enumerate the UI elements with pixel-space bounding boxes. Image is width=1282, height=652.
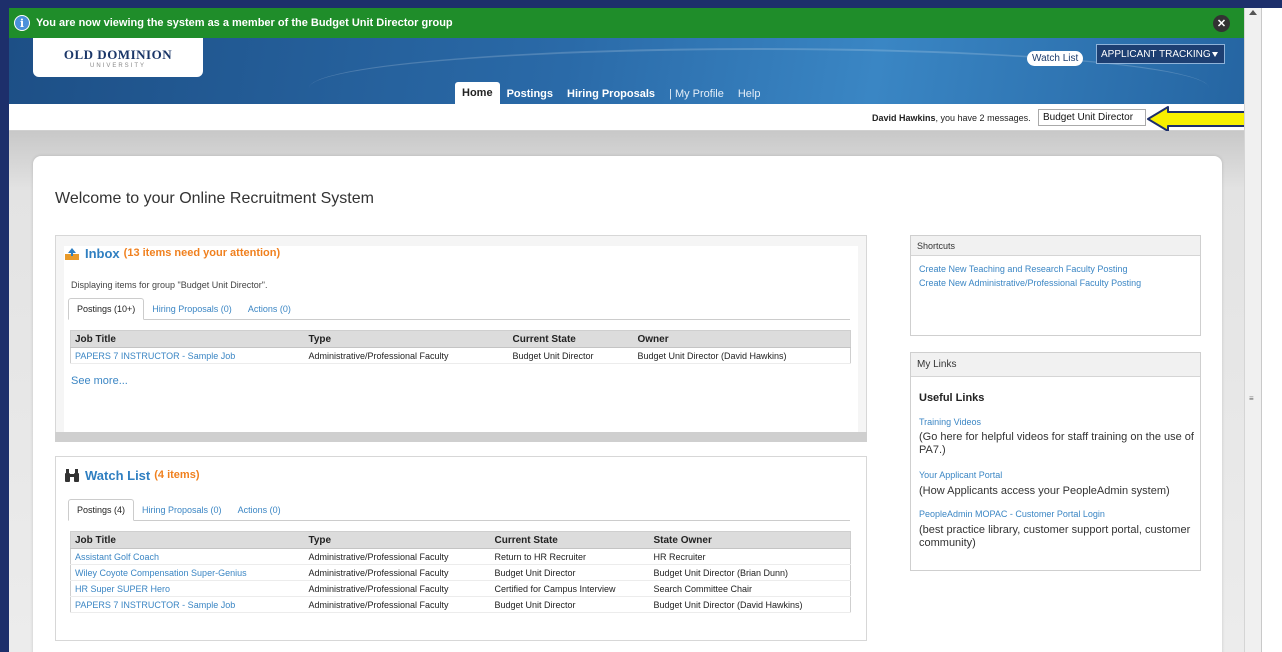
watch-list-table: Job Title Type Current State State Owner…: [70, 531, 851, 613]
column-header[interactable]: State Owner: [649, 531, 851, 549]
nav-hiring-proposals[interactable]: Hiring Proposals: [560, 84, 662, 104]
user-messages[interactable]: David Hawkins, you have 2 messages.: [872, 113, 1031, 123]
job-title-link[interactable]: PAPERS 7 INSTRUCTOR - Sample Job: [70, 596, 305, 613]
group-notice-bar: i You are now viewing the system as a me…: [9, 8, 1244, 38]
tab-watch-postings[interactable]: Postings (4): [68, 499, 135, 521]
see-more-link[interactable]: See more...: [71, 375, 128, 387]
shortcuts-panel: Shortcuts Create New Teaching and Resear…: [910, 235, 1201, 336]
column-header[interactable]: Type: [304, 330, 509, 348]
group-notice-text: You are now viewing the system as a memb…: [36, 17, 453, 29]
job-type: Administrative/Professional Faculty: [304, 580, 491, 597]
info-icon: i: [14, 15, 30, 31]
customer-portal-link[interactable]: PeopleAdmin MOPAC - Customer Portal Logi…: [919, 509, 1105, 519]
table-row: Wiley Coyote Compensation Super-Genius A…: [70, 564, 851, 581]
job-title-link[interactable]: Wiley Coyote Compensation Super-Genius: [70, 564, 305, 581]
site-header: OLD DOMINION UNIVERSITY Watch List APPLI…: [9, 38, 1244, 104]
inbox-icon: [65, 248, 79, 260]
state-owner: Budget Unit Director (David Hawkins): [649, 596, 851, 613]
watch-list-title-text: Watch List: [85, 467, 151, 483]
inbox-group-note: Displaying items for group "Budget Unit …: [71, 280, 268, 290]
applicant-portal-link[interactable]: Your Applicant Portal: [919, 470, 1002, 480]
job-type: Administrative/Professional Faculty: [304, 596, 491, 613]
tab-inbox-hiring-proposals[interactable]: Hiring Proposals (0): [144, 299, 240, 319]
nav-home[interactable]: Home: [455, 82, 500, 104]
inbox-table: Job Title Type Current State Owner PAPER…: [70, 330, 851, 364]
job-title-link[interactable]: Assistant Golf Coach: [70, 548, 305, 565]
inbox-tabs: Postings (10+) Hiring Proposals (0) Acti…: [68, 298, 850, 320]
main-nav: Home Postings Hiring Proposals | My Prof…: [455, 82, 767, 104]
column-header[interactable]: Job Title: [70, 531, 305, 549]
shortcut-admin-posting-link[interactable]: Create New Administrative/Professional F…: [919, 278, 1141, 288]
my-links-title: My Links: [911, 353, 1200, 377]
state-owner: HR Recruiter: [649, 548, 851, 565]
tab-watch-actions[interactable]: Actions (0): [230, 500, 289, 520]
tab-inbox-postings[interactable]: Postings (10+): [68, 298, 145, 320]
user-bar: David Hawkins, you have 2 messages. Budg…: [9, 104, 1244, 131]
inbox-title-text: Inbox: [85, 245, 120, 261]
inbox-panel-shade: [55, 432, 867, 442]
job-type: Administrative/Professional Faculty: [304, 564, 491, 581]
chevron-down-icon: [1212, 52, 1218, 57]
inbox-count: (13 items need your attention): [123, 247, 281, 259]
page-title: Welcome to your Online Recruitment Syste…: [55, 190, 374, 207]
close-icon[interactable]: ✕: [1213, 15, 1230, 32]
state-owner: Budget Unit Director (Brian Dunn): [649, 564, 851, 581]
nav-postings[interactable]: Postings: [500, 84, 560, 104]
tab-inbox-actions[interactable]: Actions (0): [240, 299, 299, 319]
table-row: Assistant Golf Coach Administrative/Prof…: [70, 548, 851, 565]
user-name: David Hawkins: [872, 113, 936, 123]
column-header[interactable]: Type: [304, 531, 491, 549]
current-state: Return to HR Recruiter: [490, 548, 650, 565]
column-header[interactable]: Current State: [508, 330, 634, 348]
current-state: Budget Unit Director: [508, 347, 634, 364]
group-select-value: Budget Unit Director: [1043, 112, 1134, 123]
watch-list-tabs: Postings (4) Hiring Proposals (0) Action…: [68, 499, 850, 521]
application-select[interactable]: APPLICANT TRACKING: [1096, 44, 1225, 64]
column-header[interactable]: Current State: [490, 531, 650, 549]
scroll-up-icon[interactable]: [1249, 10, 1257, 15]
table-row: HR Super SUPER Hero Administrative/Profe…: [70, 580, 851, 597]
watch-list-count: (4 items): [154, 469, 200, 481]
application-select-value: APPLICANT TRACKING: [1101, 48, 1211, 60]
applicant-portal-desc: (How Applicants access your PeopleAdmin …: [919, 485, 1170, 497]
scroll-thumb-grip-icon[interactable]: ≡: [1249, 394, 1254, 403]
current-state: Budget Unit Director: [490, 596, 650, 613]
useful-links-heading: Useful Links: [919, 392, 985, 404]
group-select[interactable]: Budget Unit Director: [1038, 109, 1146, 126]
logo-subtitle: UNIVERSITY: [89, 62, 146, 69]
watch-list-title: Watch List (4 items): [64, 467, 200, 483]
job-title-link[interactable]: PAPERS 7 INSTRUCTOR - Sample Job: [70, 347, 305, 364]
messages-text: , you have 2 messages.: [935, 113, 1031, 123]
column-header[interactable]: Owner: [633, 330, 851, 348]
table-row: PAPERS 7 INSTRUCTOR - Sample Job Adminis…: [70, 596, 851, 613]
shortcuts-title: Shortcuts: [911, 236, 1200, 256]
training-videos-desc: (Go here for helpful videos for staff tr…: [919, 431, 1194, 456]
job-type: Administrative/Professional Faculty: [304, 548, 491, 565]
watch-list-button[interactable]: Watch List: [1027, 51, 1084, 66]
customer-portal-desc: (best practice library, customer support…: [919, 524, 1191, 549]
inbox-table-header: Job Title Type Current State Owner: [70, 330, 851, 348]
vertical-scrollbar[interactable]: ≡: [1244, 8, 1261, 652]
tab-watch-hiring-proposals[interactable]: Hiring Proposals (0): [134, 500, 230, 520]
university-logo[interactable]: OLD DOMINION UNIVERSITY: [33, 38, 203, 77]
job-title-link[interactable]: HR Super SUPER Hero: [70, 580, 305, 597]
my-links-panel: My Links Useful Links Training Videos (G…: [910, 352, 1201, 571]
nav-help[interactable]: Help: [731, 84, 768, 104]
outer-window-edge: [1261, 8, 1282, 652]
state-owner: Search Committee Chair: [649, 580, 851, 597]
nav-my-profile[interactable]: | My Profile: [662, 84, 731, 104]
logo-title: OLD DOMINION: [63, 46, 173, 62]
table-row: PAPERS 7 INSTRUCTOR - Sample Job Adminis…: [70, 347, 851, 364]
shortcut-teaching-posting-link[interactable]: Create New Teaching and Research Faculty…: [919, 264, 1127, 274]
watch-list-table-header: Job Title Type Current State State Owner: [70, 531, 851, 549]
binoculars-icon: [65, 469, 79, 482]
current-state: Certified for Campus Interview: [490, 580, 650, 597]
training-videos-link[interactable]: Training Videos: [919, 417, 981, 427]
inbox-title: Inbox (13 items need your attention): [64, 245, 280, 261]
owner: Budget Unit Director (David Hawkins): [633, 347, 851, 364]
job-type: Administrative/Professional Faculty: [304, 347, 509, 364]
column-header[interactable]: Job Title: [70, 330, 305, 348]
current-state: Budget Unit Director: [490, 564, 650, 581]
